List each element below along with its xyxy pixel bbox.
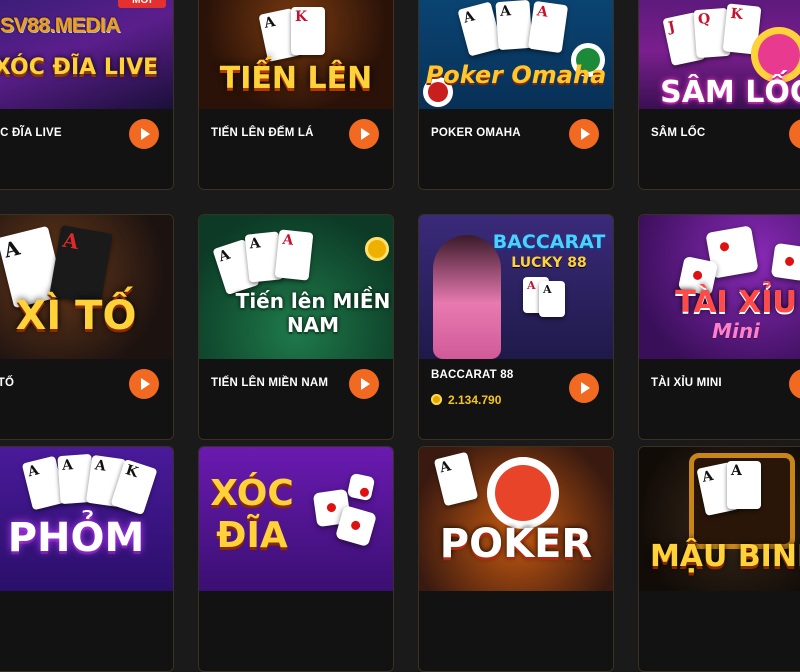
playing-card-art: A bbox=[274, 229, 314, 281]
game-title-art: SÂM LỐC bbox=[660, 75, 800, 109]
coin-icon bbox=[431, 394, 442, 405]
play-icon bbox=[361, 128, 370, 140]
play-icon bbox=[361, 378, 370, 390]
game-thumbnail[interactable]: A POKER bbox=[419, 447, 613, 591]
jackpot-value: 2.134.790 bbox=[448, 393, 502, 407]
game-title-art: MẬU BINH bbox=[649, 539, 800, 574]
game-title-art: TÀI XỈU bbox=[675, 285, 797, 320]
play-button[interactable] bbox=[569, 373, 599, 403]
game-title-art: TIẾN LÊN bbox=[219, 61, 373, 96]
game-card-baccarat-88[interactable]: BACCARAT LUCKY 88 A A BACCARAT 88 2.134.… bbox=[418, 214, 614, 440]
game-title-art: XÌ TỐ bbox=[15, 293, 137, 339]
game-card-tien-len-mien-nam[interactable]: A A A Tiến lên MIỀN NAM TIẾN LÊN MIỀN NA… bbox=[198, 214, 394, 440]
game-name: Ì TỐ bbox=[0, 377, 15, 389]
playing-card-art: A bbox=[495, 0, 533, 51]
play-button[interactable] bbox=[569, 119, 599, 149]
game-title-art: XÓC bbox=[210, 473, 294, 514]
play-icon bbox=[581, 382, 590, 394]
game-card-sam-loc[interactable]: J Q K SÂM LỐC SÂM LỐC bbox=[638, 0, 800, 190]
game-name: POKER OMAHA bbox=[431, 127, 521, 139]
game-card-mau-binh[interactable]: A A MẬU BINH bbox=[638, 446, 800, 672]
game-title-art: PHỎM bbox=[7, 515, 145, 561]
gold-coin bbox=[365, 237, 389, 261]
jackpot-amount: 2.134.790 bbox=[431, 393, 501, 407]
play-icon bbox=[141, 128, 150, 140]
game-title-art: Tiến lên MIỀN NAM bbox=[235, 289, 391, 337]
game-name: ÓC ĐĨA LIVE bbox=[0, 127, 62, 139]
playing-card-art: K bbox=[291, 7, 325, 55]
game-card-xi-to[interactable]: A A XÌ TỐ Ì TỐ bbox=[0, 214, 174, 440]
game-card-tien-len-dem-la[interactable]: A K TIẾN LÊN TIẾN LÊN ĐẾM LÁ bbox=[198, 0, 394, 190]
game-thumbnail[interactable]: A A A Tiến lên MIỀN NAM bbox=[199, 215, 393, 359]
game-name: TIẾN LÊN MIỀN NAM bbox=[211, 377, 329, 389]
new-badge: MỚI bbox=[118, 0, 166, 8]
playing-card-art: A bbox=[433, 451, 479, 507]
play-button[interactable] bbox=[129, 119, 159, 149]
game-thumbnail[interactable]: TÀI XỈU Mini bbox=[639, 215, 800, 359]
game-card-tai-xiu-mini[interactable]: TÀI XỈU Mini TÀI XỈU MINI bbox=[638, 214, 800, 440]
poker-chip bbox=[487, 457, 559, 529]
playing-card-art: A bbox=[527, 0, 569, 54]
game-name: SÂM LỐC bbox=[651, 127, 706, 139]
game-card-phom[interactable]: A A A K PHỎM bbox=[0, 446, 174, 672]
game-title-art: POKER bbox=[439, 521, 593, 567]
game-title-art: Poker Omaha bbox=[425, 61, 607, 89]
play-icon bbox=[141, 378, 150, 390]
game-name: TIẾN LÊN ĐẾM LÁ bbox=[211, 127, 314, 139]
game-title-art-sub: Mini bbox=[712, 319, 760, 343]
game-thumbnail[interactable]: BACCARAT LUCKY 88 A A bbox=[419, 215, 613, 359]
game-thumbnail[interactable]: J Q K SÂM LỐC bbox=[639, 0, 800, 109]
game-thumbnail[interactable]: A K TIẾN LÊN bbox=[199, 0, 393, 109]
play-button[interactable] bbox=[349, 369, 379, 399]
game-title-art: XÓC ĐĨA LIVE bbox=[0, 55, 159, 80]
game-name: TÀI XỈU MINI bbox=[651, 377, 722, 389]
game-card-poker-omaha[interactable]: A A A Poker Omaha POKER OMAHA bbox=[418, 0, 614, 190]
dice-art bbox=[770, 242, 800, 282]
game-card-poker[interactable]: A POKER bbox=[418, 446, 614, 672]
dice-art bbox=[334, 504, 378, 548]
play-button[interactable] bbox=[129, 369, 159, 399]
playing-card-art: A bbox=[727, 461, 761, 509]
game-thumbnail[interactable]: XÓC ĐĨA bbox=[199, 447, 393, 591]
game-title-art: BACCARAT bbox=[492, 231, 606, 253]
game-title-art-sub: ĐĨA bbox=[216, 515, 288, 556]
game-name: BACCARAT 88 bbox=[431, 369, 514, 381]
dealer-figure bbox=[433, 235, 501, 359]
playing-card-art: A bbox=[539, 281, 565, 317]
game-thumbnail[interactable]: A A MẬU BINH bbox=[639, 447, 800, 591]
play-button[interactable] bbox=[349, 119, 379, 149]
play-icon bbox=[581, 128, 590, 140]
game-thumbnail[interactable]: A A A Poker Omaha bbox=[419, 0, 613, 109]
dice-art bbox=[346, 472, 376, 502]
game-thumbnail[interactable]: A A XÌ TỐ bbox=[0, 215, 173, 359]
play-button[interactable] bbox=[789, 369, 800, 399]
game-thumbnail[interactable]: A A A K PHỎM bbox=[0, 447, 173, 591]
play-button[interactable] bbox=[789, 119, 800, 149]
game-title-art-sub: LUCKY 88 bbox=[511, 255, 587, 271]
brand-watermark: SV88.MEDIA bbox=[0, 14, 120, 37]
game-card-xoc-dia[interactable]: XÓC ĐĨA bbox=[198, 446, 394, 672]
